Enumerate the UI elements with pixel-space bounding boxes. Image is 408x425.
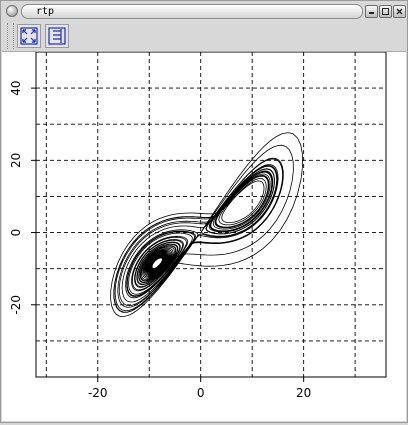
axis-icon xyxy=(48,27,66,45)
plot-frame xyxy=(35,51,387,378)
title-bar[interactable]: rtp xyxy=(1,1,407,21)
maximize-icon xyxy=(382,8,389,15)
close-button[interactable] xyxy=(393,5,406,18)
axis-options-button[interactable] xyxy=(45,24,69,48)
expand-arrows-icon xyxy=(20,27,38,45)
zoom-fit-button[interactable] xyxy=(17,24,41,48)
plot-area[interactable]: -20 0 20 40 20 0 -20 xyxy=(2,51,406,421)
toolbar-grip[interactable] xyxy=(7,23,14,49)
x-tick-label: 0 xyxy=(197,386,205,400)
title-pill[interactable]: rtp xyxy=(21,4,363,19)
minimize-button[interactable] xyxy=(365,5,378,18)
lorenz-plot[interactable]: -20 0 20 40 20 0 -20 xyxy=(2,51,406,421)
y-tick-label: -20 xyxy=(9,295,23,315)
close-icon xyxy=(396,8,403,15)
y-tick-label: 40 xyxy=(9,80,23,95)
y-tick-label: 20 xyxy=(9,153,23,168)
toolbar xyxy=(7,22,79,50)
grid-lines xyxy=(36,51,386,378)
x-tick-label: -20 xyxy=(88,386,108,400)
x-tick-label: 20 xyxy=(296,386,311,400)
window-menu-icon[interactable] xyxy=(6,5,18,17)
window-title: rtp xyxy=(36,6,55,17)
y-tick-label: 0 xyxy=(9,229,23,237)
maximize-button[interactable] xyxy=(379,5,392,18)
minimize-icon xyxy=(369,12,374,14)
app-window: rtp -20 0 20 40 20 0 -20 xyxy=(0,0,408,423)
